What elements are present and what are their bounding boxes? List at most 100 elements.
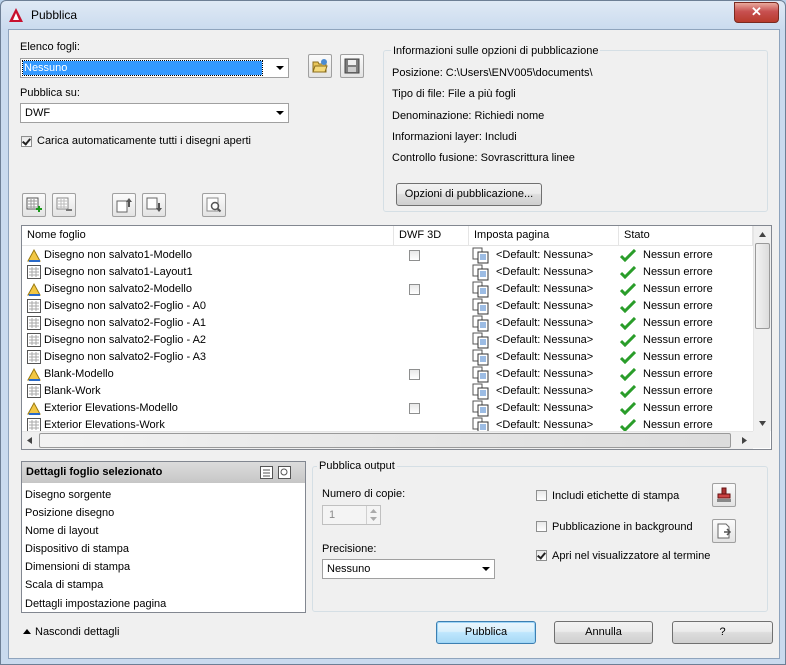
include-stamps-checkbox[interactable] xyxy=(536,490,547,501)
table-row[interactable]: Blank-Work <Default: Nessuna> Nessun error… xyxy=(22,383,752,400)
copies-stepper[interactable]: 1 xyxy=(322,505,381,525)
publish-options-button[interactable]: Opzioni di pubblicazione... xyxy=(396,183,542,206)
background-publish-checkbox[interactable] xyxy=(536,521,547,532)
checkmark-icon xyxy=(619,282,637,299)
scroll-right-arrow-icon[interactable] xyxy=(742,437,747,444)
publish-to-label: Pubblica su: xyxy=(20,87,80,99)
page-setup-value[interactable]: <Default: Nessuna> xyxy=(496,419,593,431)
help-button[interactable]: ? xyxy=(672,621,773,644)
auto-load-checkbox[interactable] xyxy=(21,136,32,147)
page-setup-value[interactable]: <Default: Nessuna> xyxy=(496,283,593,295)
table-row[interactable]: Disegno non salvato2-Modello <Default: Ne… xyxy=(22,281,752,298)
precision-dropdown[interactable]: Nessuno xyxy=(322,559,495,579)
window-title: Pubblica xyxy=(31,8,78,22)
move-sheet-down-button[interactable] xyxy=(142,193,166,217)
page-setup-value[interactable]: <Default: Nessuna> xyxy=(496,249,593,261)
dwf3d-checkbox[interactable] xyxy=(409,284,420,295)
horizontal-scrollbar[interactable] xyxy=(22,431,753,449)
dwf3d-checkbox[interactable] xyxy=(409,369,420,380)
move-sheet-up-button[interactable] xyxy=(112,193,136,217)
table-row[interactable]: Disegno non salvato1-Modello <Default: Ne… xyxy=(22,247,752,264)
details-header: Dettagli foglio selezionato xyxy=(22,462,305,483)
triangle-up-icon[interactable] xyxy=(23,629,31,634)
status-value: Nessun errore xyxy=(643,283,713,295)
info-file-type: Tipo di file: File a più fogli xyxy=(392,88,516,100)
scroll-up-arrow-icon[interactable] xyxy=(759,232,766,237)
remove-sheets-button[interactable] xyxy=(52,193,76,217)
close-button[interactable]: ✕ xyxy=(734,2,779,23)
status-value: Nessun errore xyxy=(643,317,713,329)
checkmark-icon xyxy=(619,333,637,350)
checkmark-icon xyxy=(619,299,637,316)
title-bar[interactable]: Pubblica ✕ xyxy=(1,1,785,29)
checkmark-icon xyxy=(619,248,637,265)
add-sheets-button[interactable] xyxy=(22,193,46,217)
column-header-sheet-name[interactable]: Nome foglio xyxy=(22,226,394,246)
page-setup-value[interactable]: <Default: Nessuna> xyxy=(496,368,593,380)
table-row[interactable]: Disegno non salvato2-Foglio - A2 <Default… xyxy=(22,332,752,349)
details-view-icon[interactable] xyxy=(260,466,273,479)
status-value: Nessun errore xyxy=(643,368,713,380)
sheet-name: Exterior Elevations-Modello xyxy=(44,402,178,414)
publish-to-dropdown[interactable]: DWF xyxy=(20,103,289,123)
background-settings-button[interactable] xyxy=(712,519,736,543)
page-setup-value[interactable]: <Default: Nessuna> xyxy=(496,266,593,278)
folder-open-icon xyxy=(312,59,328,73)
horizontal-scroll-thumb[interactable] xyxy=(39,433,731,448)
stepper-arrows[interactable] xyxy=(366,506,381,524)
page-setup-value[interactable]: <Default: Nessuna> xyxy=(496,300,593,312)
status-value: Nessun errore xyxy=(643,419,713,431)
precision-value: Nessuno xyxy=(327,563,371,575)
chevron-up-icon[interactable] xyxy=(370,509,377,513)
table-row[interactable]: Disegno non salvato2-Foglio - A1 <Default… xyxy=(22,315,752,332)
info-merge: Controllo fusione: Sovrascrittura linee xyxy=(392,152,575,164)
preview-button[interactable] xyxy=(202,193,226,217)
publish-button[interactable]: Pubblica xyxy=(436,621,536,644)
column-header-dwf3d[interactable]: DWF 3D xyxy=(394,226,469,246)
table-row[interactable]: Disegno non salvato2-Foglio - A3 <Default… xyxy=(22,349,752,366)
page-setup-value[interactable]: <Default: Nessuna> xyxy=(496,385,593,397)
document-arrow-icon xyxy=(717,523,732,539)
table-row[interactable]: Disegno non salvato1-Layout1 <Default: Ne… xyxy=(22,264,752,281)
scroll-left-arrow-icon[interactable] xyxy=(27,437,32,444)
table-row[interactable]: Blank-Modello <Default: Nessuna> Nessun er… xyxy=(22,366,752,383)
vertical-scroll-thumb[interactable] xyxy=(755,243,770,329)
open-viewer-checkbox[interactable] xyxy=(536,550,547,561)
page-setup-value[interactable]: <Default: Nessuna> xyxy=(496,402,593,414)
hide-details-link[interactable]: Nascondi dettagli xyxy=(35,626,119,638)
page-setup-value[interactable]: <Default: Nessuna> xyxy=(496,351,593,363)
status-value: Nessun errore xyxy=(643,385,713,397)
copies-value: 1 xyxy=(329,509,336,521)
column-header-status[interactable]: Stato xyxy=(619,226,753,246)
scroll-down-arrow-icon[interactable] xyxy=(759,421,766,426)
cancel-button[interactable]: Annulla xyxy=(554,621,653,644)
chevron-down-icon[interactable] xyxy=(370,517,377,521)
sheet-name: Disegno non salvato1-Layout1 xyxy=(44,266,193,278)
page-setup-value[interactable]: <Default: Nessuna> xyxy=(496,317,593,329)
table-row[interactable]: Disegno non salvato2-Foglio - A0 <Default… xyxy=(22,298,752,315)
publish-output-title: Pubblica output xyxy=(317,460,397,472)
sheet-name: Disegno non salvato2-Modello xyxy=(44,283,192,295)
details-preview-icon[interactable] xyxy=(278,466,291,479)
vertical-scrollbar[interactable] xyxy=(753,226,771,431)
save-sheet-list-button[interactable] xyxy=(340,54,364,78)
load-sheet-list-button[interactable] xyxy=(308,54,332,78)
dwf3d-checkbox[interactable] xyxy=(409,250,420,261)
copies-label: Numero di copie: xyxy=(322,488,406,500)
page-setup-value[interactable]: <Default: Nessuna> xyxy=(496,334,593,346)
sheet-list-dropdown[interactable]: Nessuno xyxy=(20,58,289,78)
layout-sheet-icon xyxy=(27,333,41,347)
checkmark-icon xyxy=(619,401,637,418)
dwf3d-checkbox[interactable] xyxy=(409,403,420,414)
move-down-icon xyxy=(146,197,162,212)
sheet-name: Disegno non salvato2-Foglio - A2 xyxy=(44,334,207,346)
sheet-list-label: Elenco fogli: xyxy=(20,41,80,53)
checkmark-icon xyxy=(619,265,637,282)
table-row[interactable]: Exterior Elevations-Modello <Default: Nes… xyxy=(22,400,752,417)
stamp-settings-button[interactable] xyxy=(712,483,736,507)
detail-plot-size: Dimensioni di stampa xyxy=(25,561,131,573)
model-space-icon xyxy=(27,367,41,381)
detail-page-setup-details: Dettagli impostazione pagina xyxy=(25,598,167,610)
column-header-page-setup[interactable]: Imposta pagina xyxy=(469,226,619,246)
detail-plot-device: Dispositivo di stampa xyxy=(25,543,129,555)
